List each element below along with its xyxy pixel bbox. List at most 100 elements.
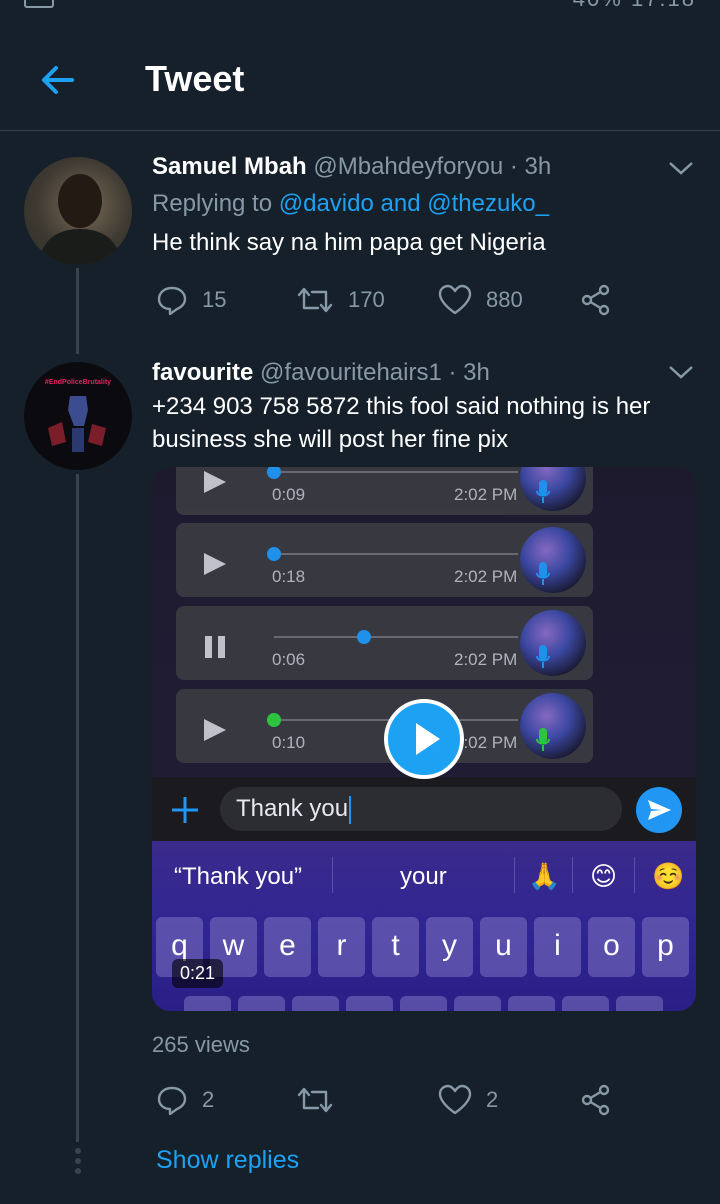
key-i[interactable]: i xyxy=(534,917,581,977)
reply-count: 2 xyxy=(202,1087,215,1112)
tweet-time: · 3h xyxy=(509,153,552,180)
key-o[interactable]: o xyxy=(588,917,635,977)
share-button[interactable] xyxy=(580,1080,626,1120)
voice-note-time: 2:02 PM xyxy=(454,650,518,669)
chevron-down-icon[interactable] xyxy=(666,362,696,382)
tweet-time: · 3h xyxy=(448,359,490,386)
voice-note-scrubber[interactable] xyxy=(267,713,281,727)
keyboard-key[interactable] xyxy=(346,996,393,1011)
key-u[interactable]: u xyxy=(480,917,527,977)
reply-icon xyxy=(157,286,187,316)
keyboard-key[interactable] xyxy=(292,996,339,1011)
keyboard-key[interactable] xyxy=(238,996,285,1011)
voice-note-time: 2:02 PM xyxy=(454,567,518,586)
reply-button[interactable]: 15 xyxy=(156,280,226,320)
plus-icon[interactable] xyxy=(170,795,200,825)
on-screen-keyboard: “Thank you” your 🙏 😊 ☺️ q w e r t y u i … xyxy=(152,841,696,1011)
voice-note-time: 2:02 PM xyxy=(454,485,518,504)
like-count: 2 xyxy=(486,1087,499,1112)
retweet-button[interactable] xyxy=(296,1080,348,1120)
play-icon[interactable] xyxy=(202,551,228,577)
suggestion-divider xyxy=(634,857,635,893)
send-button[interactable] xyxy=(636,787,682,833)
keyboard-key[interactable] xyxy=(562,996,609,1011)
key-p[interactable]: p xyxy=(642,917,689,977)
play-icon[interactable] xyxy=(202,469,228,495)
voice-note-track[interactable] xyxy=(267,467,518,479)
keyboard-key[interactable] xyxy=(184,996,231,1011)
key-t[interactable]: t xyxy=(372,917,419,977)
avatar[interactable]: #EndPoliceBrutality xyxy=(24,362,132,470)
author-name[interactable]: favourite xyxy=(152,359,253,386)
keyboard-suggestion[interactable]: “Thank you” xyxy=(174,863,302,891)
text-caret xyxy=(349,795,352,824)
notification-icon xyxy=(24,0,54,8)
key-y[interactable]: y xyxy=(426,917,473,977)
suggestion-divider xyxy=(572,857,573,893)
page-title: Tweet xyxy=(145,58,245,99)
emoji-suggestion[interactable]: 😊 xyxy=(590,861,617,892)
mic-icon xyxy=(536,645,550,668)
tweet-video[interactable]: 0:09 2:02 PM 0:18 2:02 PM 0:06 2:02 PM 0… xyxy=(152,467,696,1011)
status-bar-right: 40% 17:18 xyxy=(573,0,696,12)
like-count: 880 xyxy=(486,287,523,312)
video-play-button[interactable] xyxy=(384,699,464,779)
status-bar: 40% 17:18 xyxy=(0,0,720,14)
keyboard-suggestion[interactable]: your xyxy=(400,863,447,891)
author-handle[interactable]: @favouritehairs1 xyxy=(260,359,442,386)
voice-note-scrubber[interactable] xyxy=(267,547,281,561)
voice-note-duration: 0:06 xyxy=(272,650,306,669)
like-button[interactable]: 880 xyxy=(438,280,523,320)
avatar-hashtag: #EndPoliceBrutality xyxy=(45,379,111,386)
key-r[interactable]: r xyxy=(318,917,365,977)
share-icon xyxy=(581,284,610,316)
avatar[interactable] xyxy=(24,157,132,265)
mic-icon xyxy=(536,480,550,503)
heart-icon xyxy=(438,1084,472,1115)
thread-line xyxy=(76,474,79,1142)
show-replies-link[interactable]: Show replies xyxy=(156,1146,299,1175)
emoji-suggestion[interactable]: 🙏 xyxy=(528,861,560,892)
video-timestamp: 0:21 xyxy=(172,959,224,988)
replying-prefix: Replying to xyxy=(152,190,273,217)
reply-count: 15 xyxy=(202,287,227,312)
tweet-author-line: favourite @favouritehairs1 · 3h xyxy=(152,359,490,387)
app-header: Tweet xyxy=(0,30,720,131)
voice-note[interactable]: 0:10 2:02 PM xyxy=(176,689,593,763)
voice-note[interactable]: 0:06 2:02 PM xyxy=(176,606,593,680)
reply-button[interactable]: 2 xyxy=(156,1080,214,1120)
voice-note-scrubber[interactable] xyxy=(357,630,372,644)
retweet-button[interactable]: 170 xyxy=(296,280,385,320)
voice-note-duration: 0:09 xyxy=(272,485,306,504)
pause-icon[interactable] xyxy=(202,634,228,660)
keyboard-key[interactable] xyxy=(400,996,447,1011)
thread-line xyxy=(76,268,79,354)
play-icon[interactable] xyxy=(202,717,228,743)
chat-message-input[interactable]: Thank you xyxy=(220,787,622,831)
key-e[interactable]: e xyxy=(264,917,311,977)
suggestion-divider xyxy=(514,857,515,893)
mic-icon xyxy=(536,562,550,585)
tweet-author-line: Samuel Mbah @Mbahdeyforyou · 3h xyxy=(152,153,551,181)
share-icon xyxy=(581,1084,610,1116)
send-icon xyxy=(648,800,671,820)
chevron-down-icon[interactable] xyxy=(666,158,696,178)
keyboard-key[interactable] xyxy=(508,996,555,1011)
author-name[interactable]: Samuel Mbah xyxy=(152,153,307,180)
keyboard-key[interactable] xyxy=(616,996,663,1011)
like-button[interactable]: 2 xyxy=(438,1080,498,1120)
voice-note-track[interactable] xyxy=(274,630,518,644)
keyboard-key[interactable] xyxy=(454,996,501,1011)
chat-input-text: Thank you xyxy=(236,795,349,822)
voice-note-scrubber[interactable] xyxy=(267,467,281,479)
voice-note[interactable]: 0:09 2:02 PM xyxy=(176,467,593,515)
voice-note-track[interactable] xyxy=(267,547,518,561)
voice-note[interactable]: 0:18 2:02 PM xyxy=(176,523,593,597)
emoji-suggestion[interactable]: ☺️ xyxy=(652,861,684,892)
share-button[interactable] xyxy=(580,280,626,320)
voice-note-avatar xyxy=(520,527,586,593)
back-arrow-icon[interactable] xyxy=(36,58,80,102)
author-handle[interactable]: @Mbahdeyforyou xyxy=(313,153,503,180)
replying-to-link[interactable]: @davido and @thezuko_ xyxy=(279,190,549,217)
voice-note-avatar xyxy=(520,693,586,759)
